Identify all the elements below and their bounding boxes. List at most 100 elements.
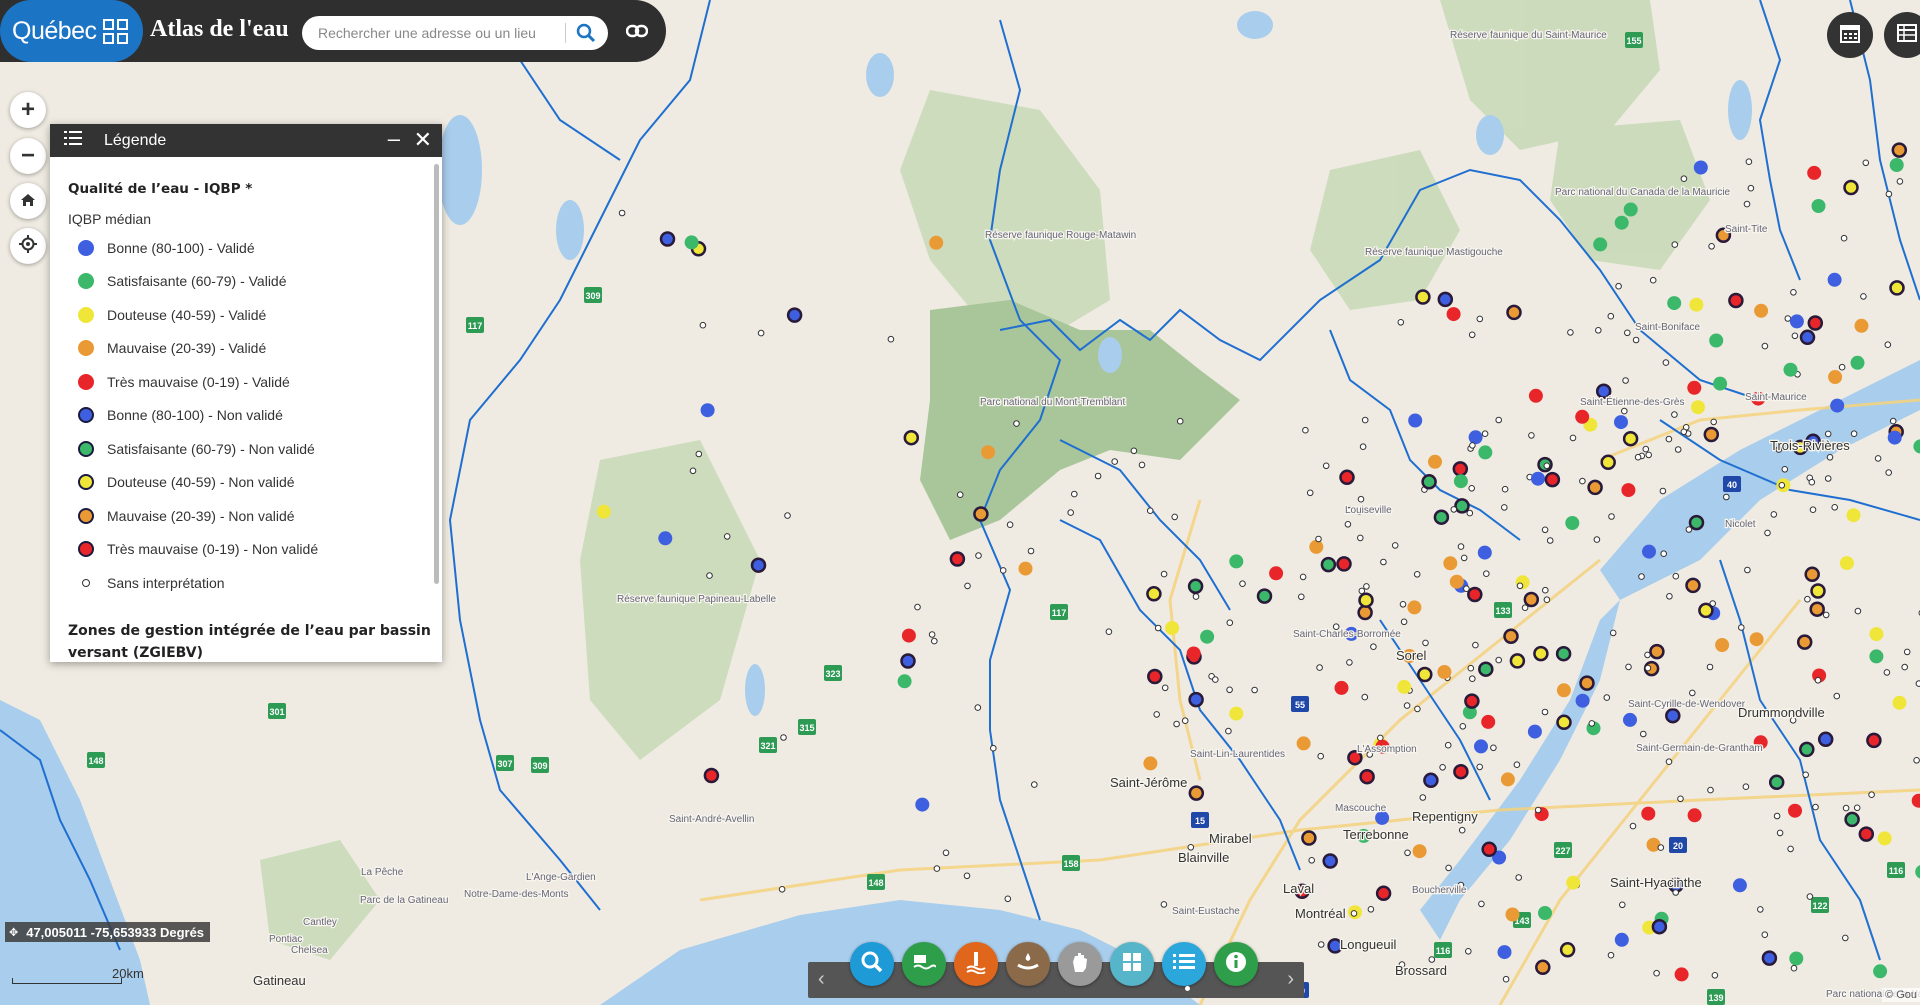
station-marker[interactable] bbox=[1478, 445, 1493, 460]
station-marker[interactable] bbox=[1665, 707, 1681, 724]
station-marker[interactable] bbox=[1850, 355, 1865, 370]
station-marker[interactable] bbox=[1397, 319, 1405, 326]
station-marker[interactable] bbox=[1770, 511, 1778, 518]
station-marker[interactable] bbox=[931, 637, 938, 645]
station-marker[interactable] bbox=[1807, 165, 1822, 180]
station-marker[interactable] bbox=[1743, 200, 1751, 208]
station-marker[interactable] bbox=[1105, 628, 1113, 636]
station-marker[interactable] bbox=[1593, 536, 1601, 543]
station-marker[interactable] bbox=[1535, 959, 1551, 976]
station-marker[interactable] bbox=[618, 209, 626, 217]
station-marker[interactable] bbox=[1831, 504, 1838, 511]
station-marker[interactable] bbox=[1745, 158, 1753, 165]
station-marker[interactable] bbox=[1466, 509, 1474, 517]
station-marker[interactable] bbox=[1809, 506, 1817, 514]
station-marker[interactable] bbox=[1446, 307, 1461, 322]
station-marker[interactable] bbox=[1428, 454, 1442, 469]
station-marker[interactable] bbox=[1565, 516, 1580, 530]
station-marker[interactable] bbox=[1419, 794, 1427, 801]
station-marker[interactable] bbox=[1181, 717, 1189, 725]
station-marker[interactable] bbox=[1649, 643, 1665, 660]
station-marker[interactable] bbox=[1439, 764, 1446, 771]
station-marker[interactable] bbox=[1315, 535, 1322, 543]
station-marker[interactable] bbox=[929, 235, 944, 250]
station-marker[interactable] bbox=[1862, 159, 1870, 167]
station-marker[interactable] bbox=[1874, 455, 1882, 462]
station-marker[interactable] bbox=[1649, 276, 1657, 284]
station-marker[interactable] bbox=[1614, 215, 1629, 230]
station-marker[interactable] bbox=[1474, 739, 1488, 754]
station-marker[interactable] bbox=[1226, 686, 1233, 694]
station-marker[interactable] bbox=[1732, 878, 1747, 893]
quebec-logo[interactable]: Québec bbox=[0, 0, 143, 62]
station-marker[interactable] bbox=[1810, 583, 1826, 599]
station-marker[interactable] bbox=[1543, 462, 1551, 470]
station-marker[interactable] bbox=[1437, 665, 1452, 679]
station-marker[interactable] bbox=[1502, 975, 1510, 983]
station-marker[interactable] bbox=[1607, 312, 1615, 320]
station-marker[interactable] bbox=[695, 450, 703, 458]
station-marker[interactable] bbox=[1357, 534, 1364, 542]
station-marker[interactable] bbox=[1538, 906, 1552, 920]
station-marker[interactable] bbox=[1687, 380, 1702, 395]
station-marker[interactable] bbox=[974, 704, 982, 711]
station-marker[interactable] bbox=[784, 512, 791, 519]
station-marker[interactable] bbox=[1469, 442, 1476, 449]
station-marker[interactable] bbox=[1423, 772, 1439, 789]
station-marker[interactable] bbox=[1481, 841, 1497, 858]
station-marker[interactable] bbox=[1251, 686, 1258, 694]
station-marker[interactable] bbox=[1472, 641, 1479, 649]
station-marker[interactable] bbox=[1468, 430, 1483, 445]
station-marker[interactable] bbox=[1788, 803, 1802, 818]
station-marker[interactable] bbox=[1460, 554, 1468, 562]
station-marker[interactable] bbox=[684, 235, 699, 250]
station-marker[interactable] bbox=[1094, 472, 1102, 480]
station-marker[interactable] bbox=[1559, 942, 1576, 958]
station-marker[interactable] bbox=[1892, 695, 1907, 710]
station-marker[interactable] bbox=[1671, 411, 1678, 418]
station-marker[interactable] bbox=[1667, 296, 1682, 311]
station-marker[interactable] bbox=[999, 567, 1007, 574]
station-marker[interactable] bbox=[1587, 479, 1603, 496]
station-marker[interactable] bbox=[1467, 664, 1475, 672]
station-marker[interactable] bbox=[1301, 830, 1317, 846]
station-marker[interactable] bbox=[1541, 708, 1549, 716]
station-marker[interactable] bbox=[1165, 621, 1180, 635]
station-marker[interactable] bbox=[1495, 656, 1502, 664]
station-marker[interactable] bbox=[915, 797, 930, 812]
station-marker[interactable] bbox=[1428, 956, 1436, 963]
station-marker[interactable] bbox=[1147, 668, 1163, 685]
station-marker[interactable] bbox=[956, 491, 964, 499]
station-marker[interactable] bbox=[1467, 586, 1483, 603]
station-marker[interactable] bbox=[1468, 485, 1475, 492]
station-marker[interactable] bbox=[1854, 607, 1862, 615]
station-marker[interactable] bbox=[1903, 648, 1911, 656]
station-marker[interactable] bbox=[1018, 561, 1033, 576]
station-marker[interactable] bbox=[1595, 383, 1612, 399]
station-marker[interactable] bbox=[1842, 804, 1850, 812]
station-marker[interactable] bbox=[1868, 791, 1875, 799]
station-marker[interactable] bbox=[1513, 761, 1521, 769]
station-marker[interactable] bbox=[1915, 680, 1920, 687]
station-marker[interactable] bbox=[1644, 664, 1652, 672]
station-marker[interactable] bbox=[1336, 556, 1352, 572]
station-marker[interactable] bbox=[1853, 804, 1861, 812]
station-marker[interactable] bbox=[928, 631, 936, 638]
station-marker[interactable] bbox=[1713, 376, 1728, 391]
station-marker[interactable] bbox=[1173, 720, 1180, 728]
station-marker[interactable] bbox=[1711, 972, 1719, 979]
station-marker[interactable] bbox=[1674, 967, 1689, 982]
station-marker[interactable] bbox=[1588, 720, 1596, 727]
station-marker[interactable] bbox=[1153, 711, 1160, 718]
toolbar-prev-icon[interactable]: ‹ bbox=[818, 968, 825, 991]
station-marker[interactable] bbox=[1444, 741, 1452, 749]
station-marker[interactable] bbox=[1622, 430, 1639, 447]
station-marker[interactable] bbox=[1622, 377, 1629, 384]
station-marker[interactable] bbox=[1309, 539, 1324, 554]
station-marker[interactable] bbox=[1778, 482, 1786, 489]
station-marker[interactable] bbox=[1367, 906, 1375, 913]
station-marker[interactable] bbox=[1161, 684, 1169, 692]
search-tool-button[interactable] bbox=[850, 942, 894, 986]
station-marker[interactable] bbox=[1824, 475, 1832, 482]
station-marker[interactable] bbox=[1666, 593, 1673, 600]
